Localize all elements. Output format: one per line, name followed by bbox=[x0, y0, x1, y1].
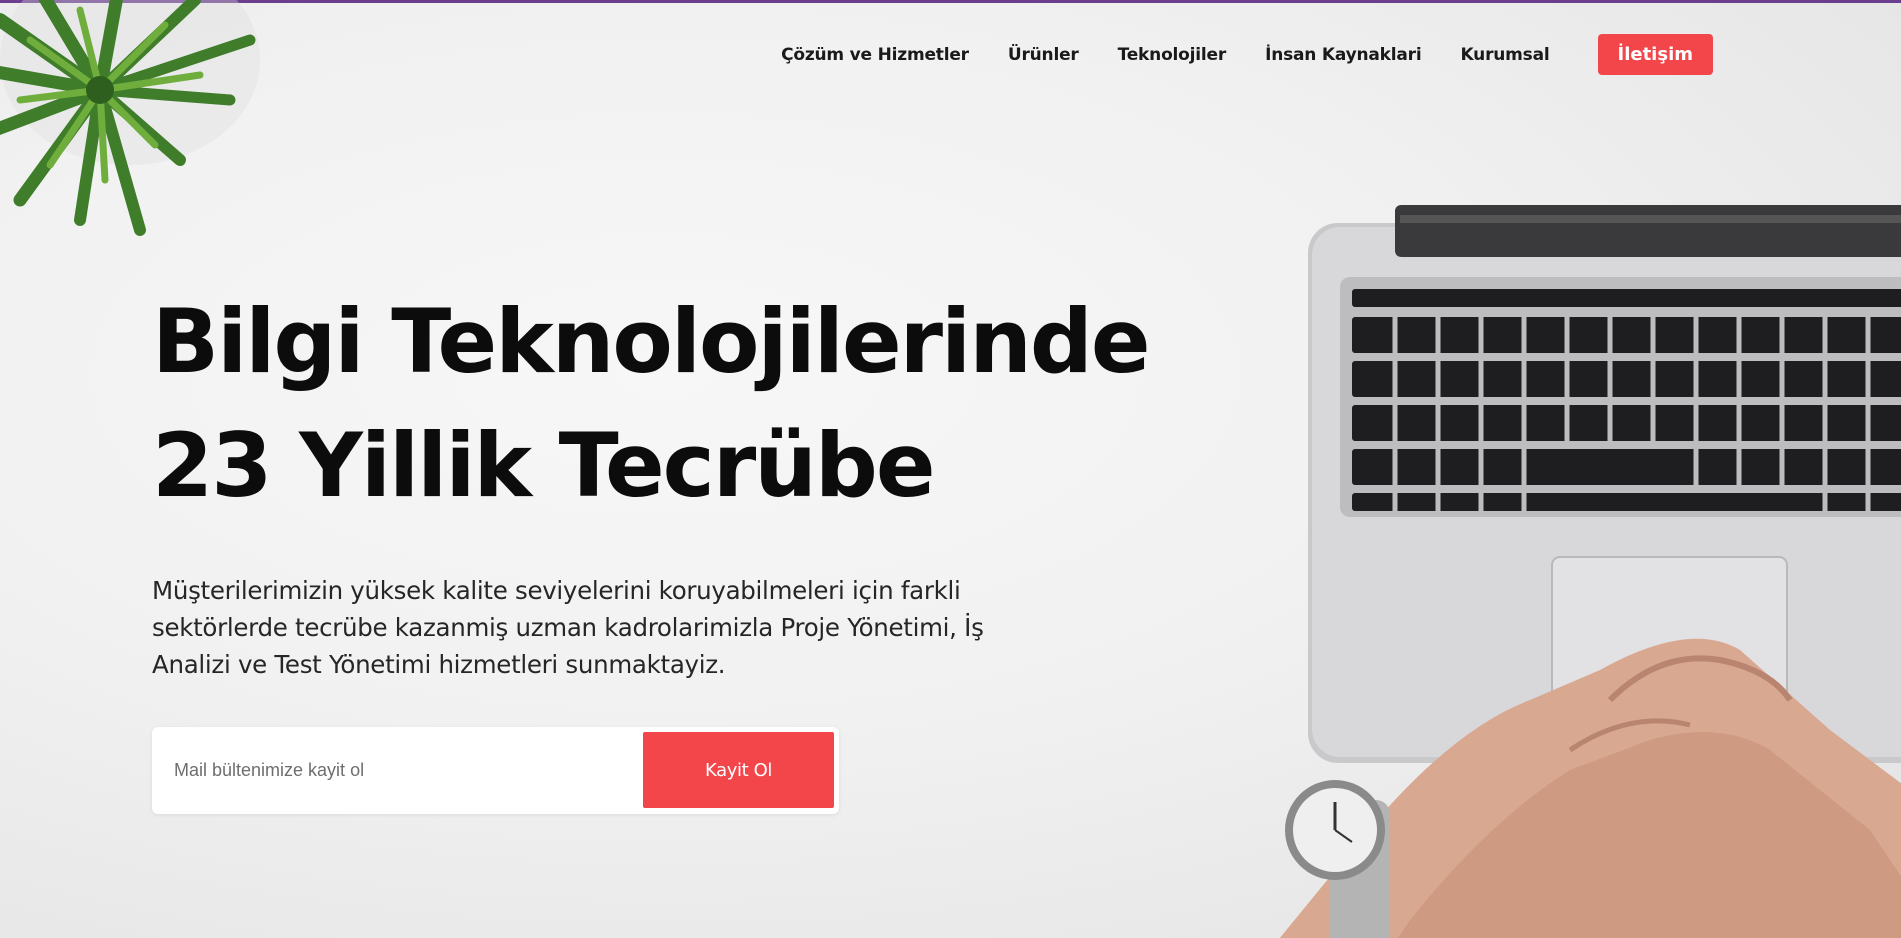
nav-item-kurumsal[interactable]: Kurumsal bbox=[1461, 45, 1550, 65]
subscribe-button[interactable]: Kayit Ol bbox=[643, 732, 834, 808]
nav-item-teknolojiler[interactable]: Teknolojiler bbox=[1118, 45, 1227, 65]
hero-title-line-2: 23 Yillik Tecrübe bbox=[152, 414, 936, 517]
hero-page: Çözüm ve Hizmetler Ürünler Teknolojiler … bbox=[0, 0, 1901, 938]
hero-title-line-1: Bilgi Teknolojilerinde bbox=[152, 290, 1151, 393]
nav-item-insan-kaynaklari[interactable]: İnsan Kaynaklari bbox=[1265, 45, 1422, 65]
hands-with-watch-photo bbox=[1279, 638, 1901, 938]
plant-photo bbox=[0, 0, 260, 236]
nav-item-cozum-ve-hizmetler[interactable]: Çözüm ve Hizmetler bbox=[781, 45, 969, 65]
contact-button[interactable]: İletişim bbox=[1597, 34, 1713, 75]
newsletter-email-input[interactable] bbox=[156, 731, 636, 810]
hero-title: Bilgi Teknolojilerinde 23 Yillik Tecrübe bbox=[152, 280, 1151, 528]
hero-description: Müşterilerimizin yüksek kalite seviyeler… bbox=[152, 576, 984, 679]
nav-item-urunler[interactable]: Ürünler bbox=[1008, 45, 1079, 65]
newsletter-form: Kayit Ol bbox=[152, 727, 839, 814]
main-nav: Çözüm ve Hizmetler Ürünler Teknolojiler … bbox=[742, 34, 1713, 75]
